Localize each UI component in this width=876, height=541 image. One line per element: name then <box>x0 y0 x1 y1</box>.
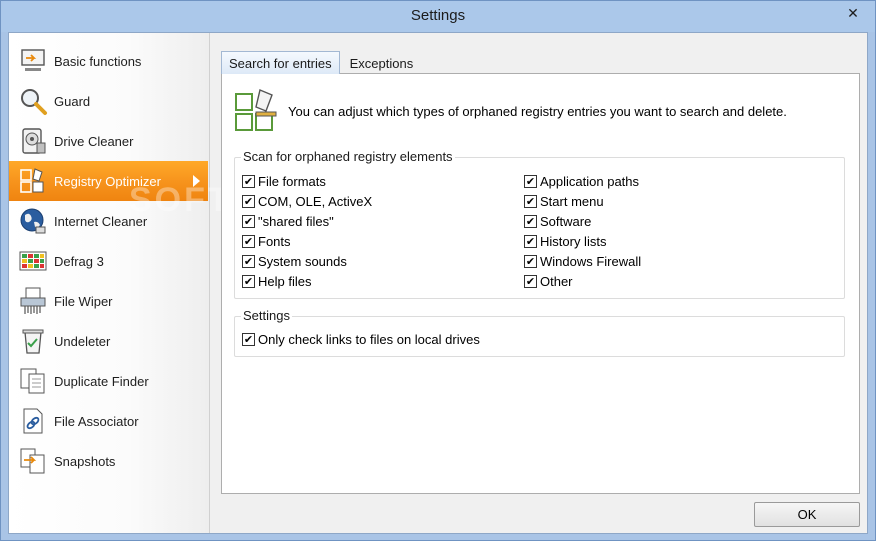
scan-group-legend: Scan for orphaned registry elements <box>241 149 455 164</box>
scan-group: Scan for orphaned registry elements ✔ Fi… <box>234 149 845 299</box>
checkbox-box[interactable]: ✔ <box>524 234 537 248</box>
sidebar-item-label: Guard <box>54 93 91 109</box>
checkbox-box[interactable]: ✔ <box>242 274 255 288</box>
shredder-icon <box>18 286 48 316</box>
sidebar-item-guard[interactable]: Guard <box>9 81 209 121</box>
checkbox-label: Start menu <box>540 193 604 209</box>
settings-group: Settings ✔ Only check links to files on … <box>234 308 845 357</box>
checkbox-label: Help files <box>258 273 312 289</box>
checkbox-box[interactable]: ✔ <box>242 332 255 346</box>
checkbox-label: Other <box>540 273 573 289</box>
sidebar-item-label: Undeleter <box>54 333 111 349</box>
checkbox-box[interactable]: ✔ <box>524 254 537 268</box>
sidebar-item-drive-cleaner[interactable]: Drive Cleaner <box>9 121 209 161</box>
sidebar-item-label: Drive Cleaner <box>54 133 134 149</box>
sidebar-item-file-associator[interactable]: File Associator <box>9 401 209 441</box>
checkbox-box[interactable]: ✔ <box>242 254 255 268</box>
checkbox-software[interactable]: ✔ Software <box>524 211 591 231</box>
settings-group-legend: Settings <box>241 308 292 323</box>
content-area: Search for entries Exceptions You can ad… <box>221 51 860 494</box>
basic-functions-icon <box>18 46 48 76</box>
checkbox-box[interactable]: ✔ <box>524 194 537 208</box>
checkbox-box[interactable]: ✔ <box>524 214 537 228</box>
sidebar: Basic functions Guard Drive Cleaner Regi… <box>9 33 348 533</box>
sidebar-item-label: File Associator <box>54 413 139 429</box>
checkbox-start-menu[interactable]: ✔ Start menu <box>524 191 604 211</box>
checkbox-label: History lists <box>540 233 607 249</box>
sidebar-item-file-wiper[interactable]: File Wiper <box>9 281 209 321</box>
checkbox-label: Fonts <box>258 233 291 249</box>
checkbox-box[interactable]: ✔ <box>242 194 255 208</box>
drive-icon <box>18 126 48 156</box>
sidebar-item-label: Duplicate Finder <box>54 373 149 389</box>
sidebar-item-label: Internet Cleaner <box>54 213 148 229</box>
active-arrow-icon <box>193 175 200 187</box>
checkbox-file-formats[interactable]: ✔ File formats <box>242 171 326 191</box>
settings-window: Settings ✕ Basic functions Guard Drive C… <box>0 0 876 541</box>
checkbox-system-sounds[interactable]: ✔ System sounds <box>242 251 347 271</box>
checkbox-local-drives-only[interactable]: ✔ Only check links to files on local dri… <box>242 329 480 349</box>
checkbox-label: Windows Firewall <box>540 253 642 269</box>
duplicate-icon <box>18 366 48 396</box>
sidebar-item-internet-cleaner[interactable]: Internet Cleaner <box>9 201 209 241</box>
checkbox-com-ole-activex[interactable]: ✔ COM, OLE, ActiveX <box>242 191 372 211</box>
sidebar-item-basic-functions[interactable]: Basic functions <box>9 41 209 81</box>
checkbox-windows-firewall[interactable]: ✔ Windows Firewall <box>524 251 641 271</box>
checkbox-box[interactable]: ✔ <box>242 214 255 228</box>
sidebar-item-undeleter[interactable]: Undeleter <box>9 321 209 361</box>
client-area: Basic functions Guard Drive Cleaner Regi… <box>8 32 868 534</box>
ok-button[interactable]: OK <box>754 502 860 527</box>
checkbox-label: COM, OLE, ActiveX <box>258 193 373 209</box>
sidebar-item-label: Basic functions <box>54 53 142 69</box>
checkbox-label: Software <box>540 213 592 229</box>
registry-icon <box>18 166 48 196</box>
intro-section: You can adjust which types of orphaned r… <box>234 88 787 135</box>
title-bar[interactable]: Settings ✕ <box>1 1 875 32</box>
checkbox-box[interactable]: ✔ <box>242 174 255 188</box>
registry-large-icon <box>234 88 278 135</box>
checkbox-history-lists[interactable]: ✔ History lists <box>524 231 606 251</box>
tab-search-for-entries[interactable]: Search for entries <box>221 51 340 74</box>
checkbox-application-paths[interactable]: ✔ Application paths <box>524 171 639 191</box>
file-link-icon <box>18 406 48 436</box>
tab-bar: Search for entries Exceptions <box>221 51 423 74</box>
sidebar-item-label: File Wiper <box>54 293 113 309</box>
recycle-bin-icon <box>18 326 48 356</box>
globe-icon <box>18 206 48 236</box>
tab-panel: You can adjust which types of orphaned r… <box>221 73 860 494</box>
checkbox-box[interactable]: ✔ <box>524 174 537 188</box>
checkbox-box[interactable]: ✔ <box>524 274 537 288</box>
sidebar-item-snapshots[interactable]: Snapshots <box>9 441 209 481</box>
defrag-icon <box>18 246 48 276</box>
checkbox-shared-files[interactable]: ✔ "shared files" <box>242 211 334 231</box>
sidebar-item-duplicate-finder[interactable]: Duplicate Finder <box>9 361 209 401</box>
sidebar-item-label: Defrag 3 <box>54 253 104 269</box>
checkbox-label: Only check links to files on local drive… <box>258 331 480 347</box>
tab-exceptions[interactable]: Exceptions <box>342 51 422 74</box>
snapshot-icon <box>18 446 48 476</box>
sidebar-item-label: Snapshots <box>54 453 116 469</box>
close-icon[interactable]: ✕ <box>837 3 869 23</box>
sidebar-item-label: Registry Optimizer <box>54 173 161 189</box>
checkbox-fonts[interactable]: ✔ Fonts <box>242 231 291 251</box>
window-title: Settings <box>410 7 466 24</box>
checkbox-box[interactable]: ✔ <box>242 234 255 248</box>
checkbox-help-files[interactable]: ✔ Help files <box>242 271 311 291</box>
checkbox-label: Application paths <box>540 173 640 189</box>
intro-text: You can adjust which types of orphaned r… <box>288 104 787 119</box>
checkbox-label: File formats <box>258 173 326 189</box>
checkbox-label: System sounds <box>258 253 347 269</box>
checkbox-label: "shared files" <box>258 213 334 229</box>
sidebar-item-defrag[interactable]: Defrag 3 <box>9 241 209 281</box>
checkbox-other[interactable]: ✔ Other <box>524 271 573 291</box>
magnifier-icon <box>18 86 48 116</box>
sidebar-item-registry-optimizer[interactable]: Registry Optimizer <box>9 161 208 201</box>
